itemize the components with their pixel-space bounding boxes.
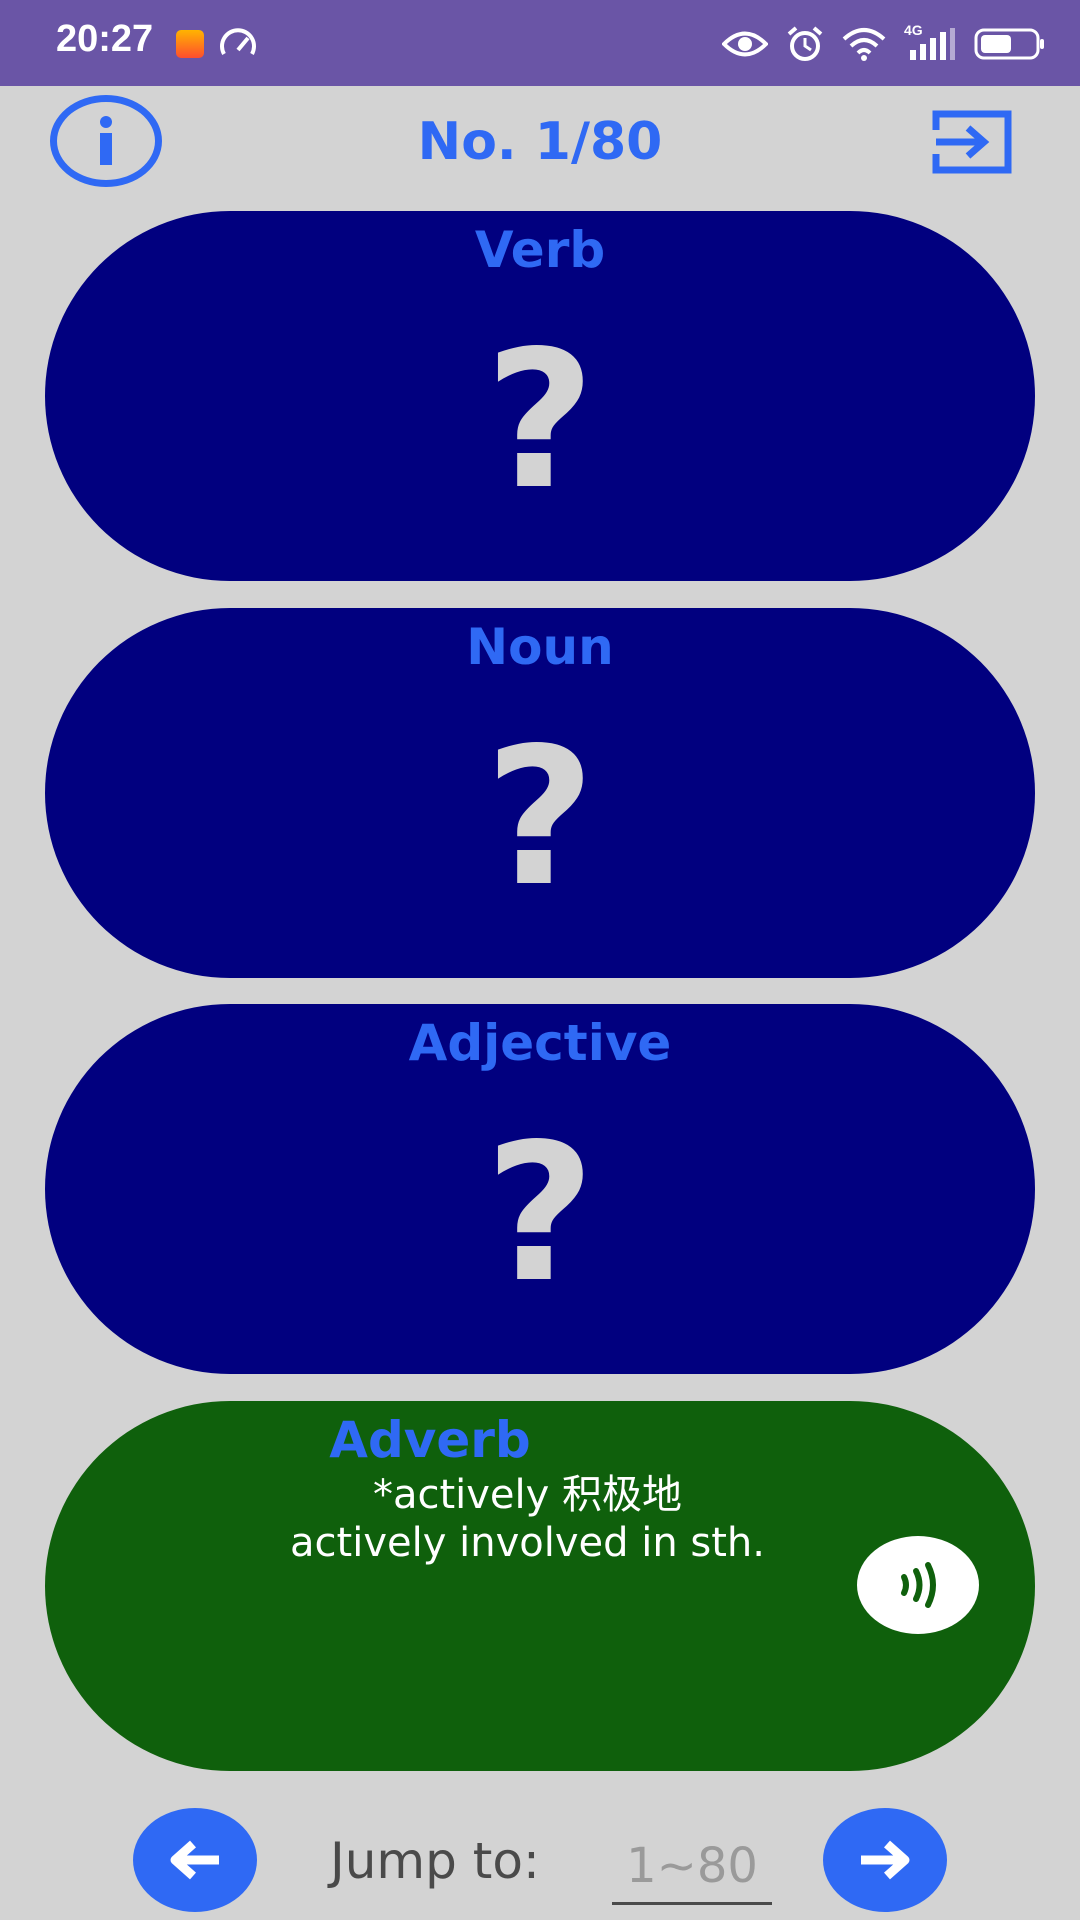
card-label: Noun [466,618,614,676]
card-adverb[interactable]: Adverb *actively 积极地 actively involved i… [45,1401,1035,1771]
hidden-answer-mark: ? [484,310,596,531]
arrow-right-icon [861,1840,910,1880]
status-bar: 20:27 4G [0,0,1080,86]
card-label: Verb [474,221,606,279]
card-noun[interactable]: Noun ? [45,608,1035,978]
speaker-icon [901,1562,936,1608]
hidden-answer-mark: ? [484,1103,596,1324]
card-adjective[interactable]: Adjective ? [45,1004,1035,1374]
jump-label: Jump to: [330,1832,540,1890]
hidden-answer-mark: ? [484,707,596,928]
exit-icon[interactable] [930,108,1014,176]
eye-icon [722,31,768,57]
jump-input[interactable] [612,1830,772,1905]
speed-meter-icon [220,28,256,55]
status-time: 20:27 [56,18,154,60]
answer-text: *actively 积极地 actively involved in sth. [45,1471,1010,1567]
status-icons: 4G [722,22,1046,64]
wifi-icon [842,28,886,61]
battery-icon [974,28,1044,60]
info-button[interactable] [50,95,162,187]
card-verb[interactable]: Verb ? [45,211,1035,581]
play-audio-button[interactable] [857,1536,979,1634]
previous-button[interactable] [133,1808,257,1912]
next-button[interactable] [823,1808,947,1912]
bottom-navigation: Jump to: [0,1800,1080,1920]
arrow-left-icon [170,1840,219,1880]
answer-word-line: *actively 积极地 [372,1472,683,1518]
page-title: No. 1/80 [417,112,663,172]
alarm-icon [787,26,823,61]
card-label: Adverb [329,1411,531,1469]
card-label: Adjective [408,1014,672,1072]
app-notification-icon [176,30,204,58]
info-icon [100,116,112,165]
signal-icon: 4G [904,22,956,62]
